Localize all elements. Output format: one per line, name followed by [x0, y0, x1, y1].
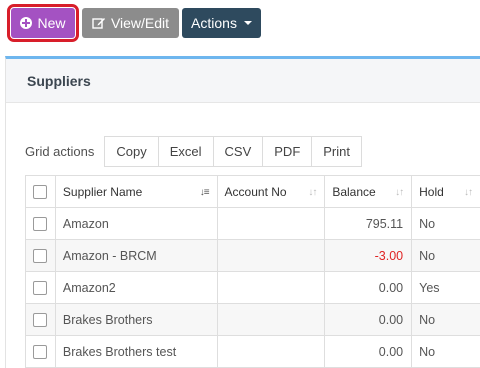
table-row[interactable]: Amazon 795.11 No	[26, 208, 480, 240]
grid-actions: Grid actions Copy Excel CSV PDF Print	[25, 136, 362, 167]
account-no-cell	[218, 336, 326, 367]
select-all-checkbox[interactable]	[33, 184, 48, 199]
suppliers-table: Supplier Name ↓≡ Account No ↓↑ Balance ↓…	[25, 175, 480, 368]
hold-cell: No	[412, 304, 480, 335]
supplier-name-cell: Amazon - BRCM	[56, 240, 218, 271]
plus-circle-icon	[20, 17, 33, 29]
csv-button[interactable]: CSV	[212, 136, 264, 167]
table-row[interactable]: Brakes Brothers 0.00 No	[26, 304, 480, 336]
account-no-cell	[218, 272, 326, 303]
column-header-balance[interactable]: Balance ↓↑	[325, 176, 413, 207]
row-select-cell	[26, 272, 56, 303]
row-checkbox[interactable]	[33, 280, 48, 295]
balance-cell: 795.11	[325, 208, 413, 239]
toolbar: New View/Edit Actions	[0, 0, 480, 44]
account-no-cell	[218, 208, 326, 239]
sort-icon: ↓↑	[395, 187, 404, 198]
hold-cell: Yes	[412, 272, 480, 303]
column-header-label: Supplier Name	[62, 184, 143, 199]
column-header-label: Hold	[419, 184, 444, 199]
actions-dropdown-button[interactable]: Actions	[182, 8, 261, 38]
hold-cell: No	[412, 336, 480, 367]
row-checkbox[interactable]	[33, 312, 48, 327]
row-select-cell	[26, 304, 56, 335]
balance-cell: 0.00	[325, 336, 413, 367]
balance-cell: 0.00	[325, 304, 413, 335]
view-edit-button-label: View/Edit	[110, 15, 170, 31]
panel-header: Suppliers	[6, 59, 480, 103]
row-select-cell	[26, 208, 56, 239]
excel-button[interactable]: Excel	[157, 136, 214, 167]
copy-button[interactable]: Copy	[104, 136, 159, 167]
supplier-name-cell: Amazon2	[56, 272, 218, 303]
new-button-label: New	[37, 15, 66, 31]
account-no-cell	[218, 304, 326, 335]
supplier-name-cell: Brakes Brothers test	[56, 336, 218, 367]
table-header-row: Supplier Name ↓≡ Account No ↓↑ Balance ↓…	[26, 176, 480, 208]
hold-cell: No	[412, 240, 480, 271]
view-edit-button[interactable]: View/Edit	[82, 8, 179, 38]
column-header-hold[interactable]: Hold ↓↑	[412, 176, 480, 207]
table-row[interactable]: Brakes Brothers test 0.00 No	[26, 336, 480, 368]
sort-icon: ↓↑	[308, 187, 317, 198]
balance-cell: 0.00	[325, 272, 413, 303]
table-row[interactable]: Amazon2 0.00 Yes	[26, 272, 480, 304]
row-checkbox[interactable]	[33, 248, 48, 263]
row-select-cell	[26, 336, 56, 367]
row-select-cell	[26, 240, 56, 271]
edit-icon	[92, 18, 105, 29]
suppliers-panel: Suppliers Grid actions Copy Excel CSV PD…	[5, 56, 480, 368]
row-checkbox[interactable]	[33, 216, 48, 231]
select-all-cell	[26, 176, 56, 207]
account-no-cell	[218, 240, 326, 271]
supplier-name-cell: Brakes Brothers	[56, 304, 218, 335]
new-button[interactable]: New	[7, 4, 79, 42]
table-row[interactable]: Amazon - BRCM -3.00 No	[26, 240, 480, 272]
grid-actions-label: Grid actions	[25, 144, 95, 159]
supplier-name-cell: Amazon	[56, 208, 218, 239]
pdf-button[interactable]: PDF	[262, 136, 313, 167]
column-header-account-no[interactable]: Account No ↓↑	[218, 176, 326, 207]
row-checkbox[interactable]	[33, 344, 48, 359]
column-header-label: Balance	[332, 184, 376, 199]
sort-ascending-icon: ↓≡	[199, 187, 210, 198]
sort-icon: ↓↑	[463, 187, 473, 198]
print-button[interactable]: Print	[311, 136, 362, 167]
column-header-supplier-name[interactable]: Supplier Name ↓≡	[56, 176, 218, 207]
panel-title: Suppliers	[27, 72, 91, 89]
balance-cell: -3.00	[325, 240, 413, 271]
caret-down-icon	[243, 21, 252, 25]
column-header-label: Account No	[224, 184, 287, 199]
actions-button-label: Actions	[191, 15, 237, 31]
hold-cell: No	[412, 208, 480, 239]
